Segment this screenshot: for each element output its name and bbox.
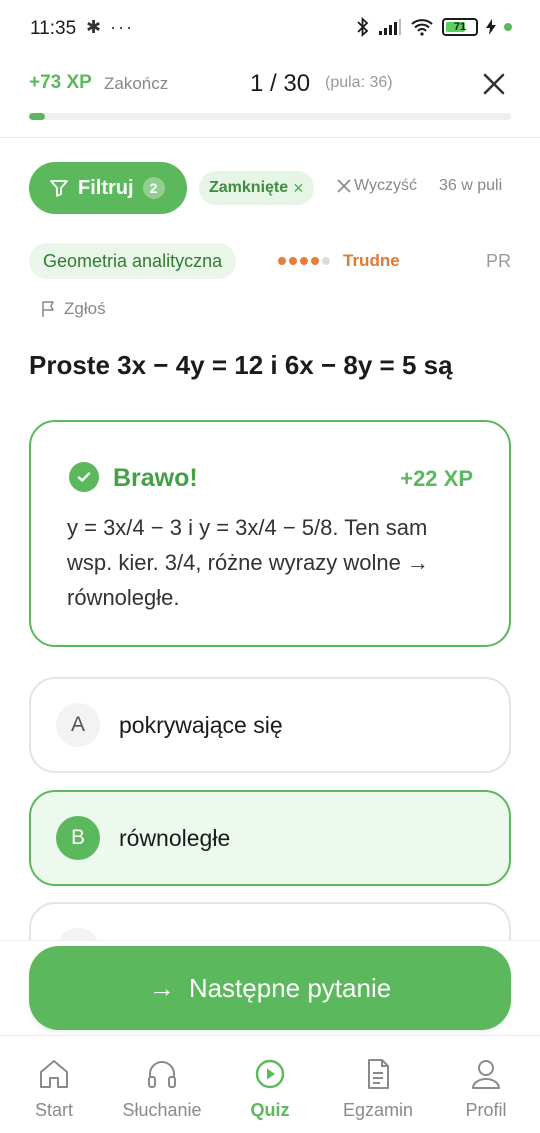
bottom-navigation: Start Słuchanie Quiz Egzamin Profil bbox=[0, 1035, 540, 1133]
difficulty-dot bbox=[289, 257, 297, 265]
answer-option-b[interactable]: B równoległe bbox=[29, 790, 511, 886]
flag-icon bbox=[42, 301, 54, 317]
answer-letter: B bbox=[56, 816, 100, 860]
nav-item-start[interactable]: Start bbox=[0, 1036, 108, 1133]
nav-label: Quiz bbox=[250, 1100, 290, 1120]
clear-icon bbox=[337, 179, 351, 193]
document-icon bbox=[368, 1059, 389, 1089]
pool-count: 36 w puli bbox=[439, 177, 503, 194]
feedback-explanation: y = 3x/4 − 3 i y = 3x/4 − 5/8. Ten sam w… bbox=[67, 515, 429, 610]
close-button[interactable] bbox=[478, 68, 510, 100]
wifi-icon bbox=[411, 19, 433, 36]
answer-letter: A bbox=[56, 703, 100, 747]
progress-bar bbox=[29, 113, 511, 120]
answer-option-a[interactable]: A pokrywające się bbox=[29, 677, 511, 773]
next-question-button[interactable]: → Następne pytanie bbox=[29, 946, 511, 1030]
battery-icon: 71 bbox=[442, 18, 478, 36]
answer-text: pokrywające się bbox=[119, 712, 283, 738]
check-circle-icon bbox=[69, 462, 99, 492]
feedback-xp: +22 XP bbox=[400, 466, 473, 491]
difficulty-dot bbox=[300, 257, 308, 265]
remove-chip-icon[interactable]: × bbox=[293, 178, 304, 199]
home-icon bbox=[40, 1060, 68, 1088]
progress-fill bbox=[29, 113, 45, 120]
filter-label: Filtruj bbox=[78, 176, 134, 199]
level-tag: PR bbox=[485, 251, 511, 271]
privacy-dot bbox=[504, 23, 512, 31]
filter-icon bbox=[50, 180, 68, 197]
report-label: Zgłoś bbox=[64, 299, 106, 318]
bluetooth-icon bbox=[357, 17, 369, 37]
answer-text: równoległe bbox=[119, 825, 231, 851]
next-question-label: Następne pytanie bbox=[188, 972, 392, 1003]
nav-item-exam[interactable]: Egzamin bbox=[324, 1036, 432, 1133]
headphones-icon bbox=[148, 1061, 176, 1088]
filter-chip-label: Zamknięte bbox=[209, 179, 289, 196]
notification-icons: ✱ ··· bbox=[86, 17, 135, 37]
nav-label: Profil bbox=[465, 1100, 507, 1120]
clear-label: Wyczyść bbox=[354, 177, 417, 194]
xp-earned: +73 XP bbox=[29, 72, 92, 93]
topic-chip: Geometria analityczna bbox=[29, 243, 237, 279]
status-bar: 11:35 ✱ ··· 71 bbox=[0, 0, 540, 60]
difficulty-dot bbox=[278, 257, 286, 265]
signal-icon bbox=[379, 19, 401, 35]
question-text: Proste 3x − 4y = 12 i 6x − 8y = 5 są bbox=[29, 350, 453, 380]
feedback-title: Brawo! bbox=[113, 464, 198, 492]
end-quiz-link[interactable]: Zakończ bbox=[104, 74, 168, 94]
difficulty-dot bbox=[311, 257, 319, 265]
user-icon bbox=[472, 1060, 500, 1089]
question-progress: 1 / 30 bbox=[250, 70, 311, 97]
pool-info: (pula: 36) bbox=[325, 74, 393, 91]
nav-item-quiz[interactable]: Quiz bbox=[216, 1036, 324, 1133]
nav-item-profile[interactable]: Profil bbox=[432, 1036, 540, 1133]
close-icon bbox=[483, 73, 505, 95]
filter-button[interactable]: Filtruj 2 bbox=[29, 162, 187, 214]
status-icons: 71 bbox=[356, 17, 512, 37]
difficulty-indicator: Trudne bbox=[278, 251, 400, 271]
clear-filters-button[interactable]: Wyczyść bbox=[337, 177, 417, 195]
nav-label: Start bbox=[34, 1100, 73, 1120]
difficulty-dot bbox=[322, 257, 330, 265]
battery-level: 71 bbox=[453, 21, 467, 33]
arrow-right-icon: → bbox=[148, 972, 175, 1003]
report-button[interactable]: Zgłoś bbox=[40, 299, 106, 319]
feedback-card: Brawo! +22 XP y = 3x/4 − 3 i y = 3x/4 − … bbox=[29, 420, 511, 647]
divider bbox=[0, 137, 540, 138]
play-circle-icon bbox=[255, 1059, 285, 1089]
difficulty-label: Trudne bbox=[343, 251, 400, 270]
filter-chip-closed[interactable]: Zamknięte × bbox=[199, 171, 314, 205]
nav-label: Słuchanie bbox=[122, 1100, 202, 1120]
charging-icon bbox=[486, 19, 496, 35]
filter-count-badge: 2 bbox=[142, 177, 165, 199]
status-time: 11:35 bbox=[30, 18, 77, 39]
quiz-header: +73 XP Zakończ 1 / 30 (pula: 36) bbox=[0, 60, 540, 105]
nav-label: Egzamin bbox=[342, 1100, 414, 1120]
nav-item-listening[interactable]: Słuchanie bbox=[108, 1036, 216, 1133]
